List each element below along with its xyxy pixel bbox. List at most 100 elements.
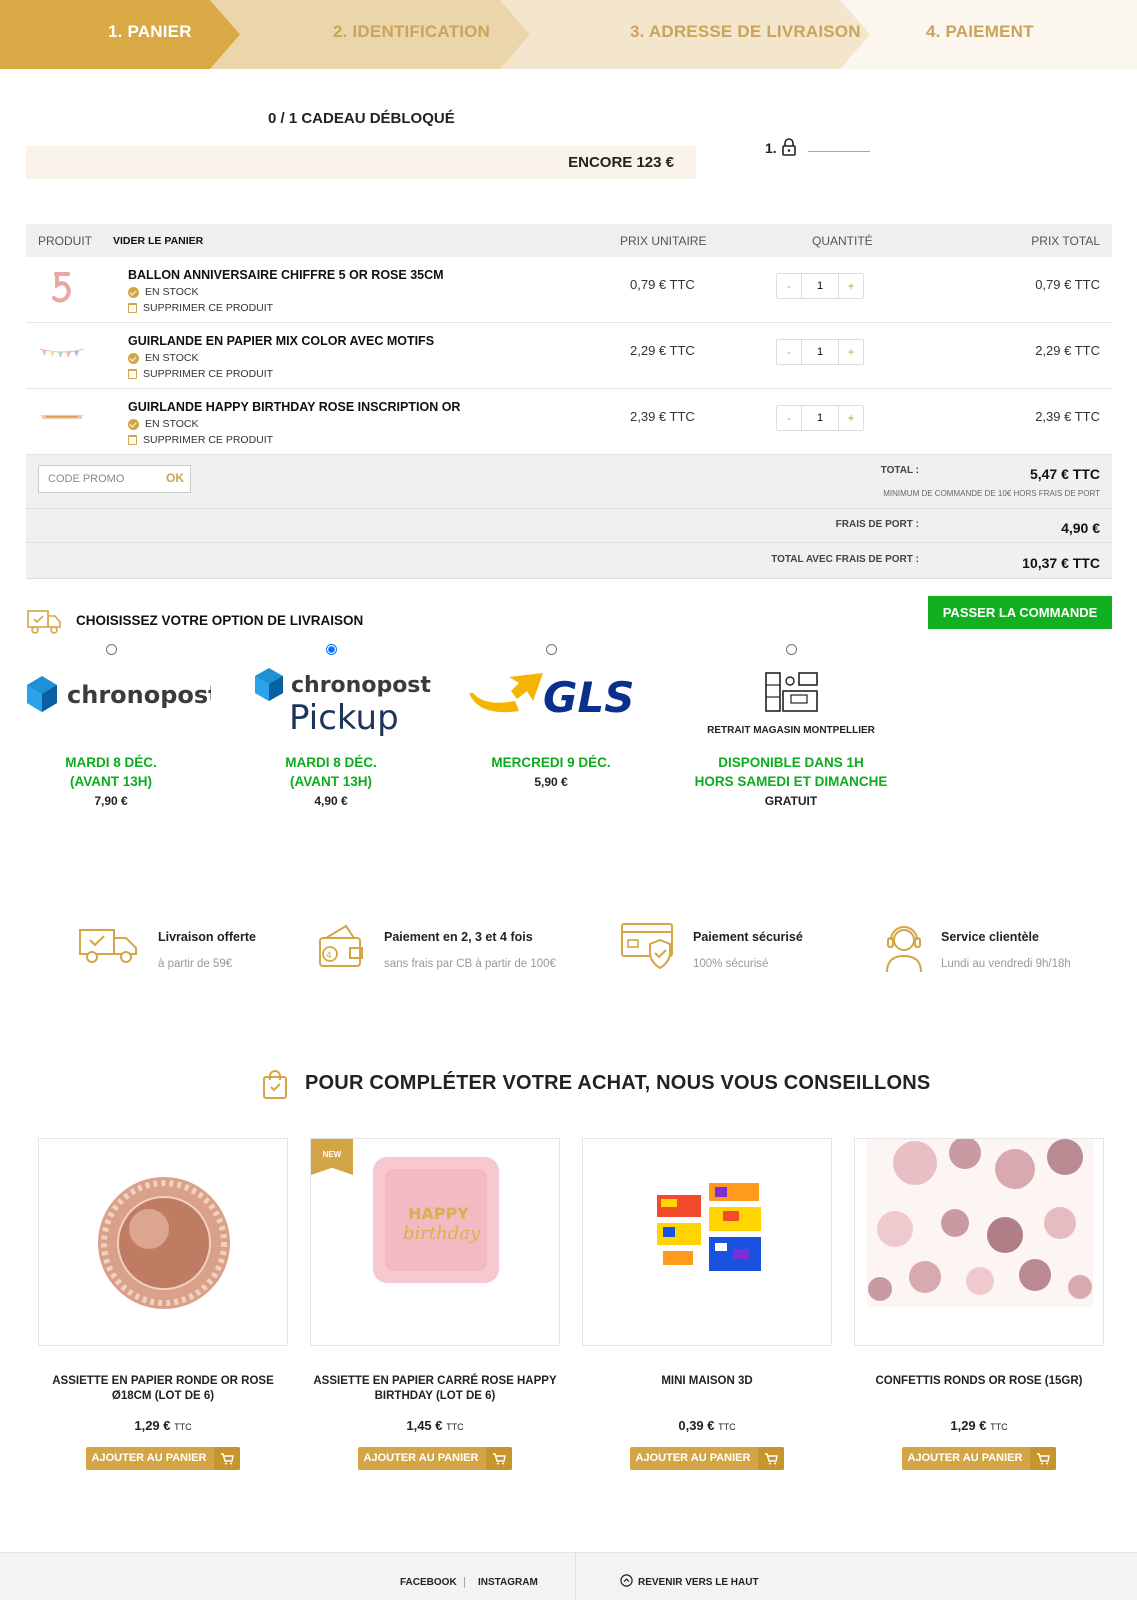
quantity-input[interactable] [801,340,839,364]
empty-cart-link[interactable]: VIDER LE PANIER [113,235,203,247]
step-shipping-address[interactable]: 3. ADRESSE DE LIVRAISON [630,22,861,42]
carrier-option-chronopost-pickup[interactable]: chronopost Pickup MARDI 8 DÉC. (AVANT 13… [231,644,431,808]
carrier-option-store-pickup[interactable]: RETRAIT MAGASIN MONTPELLIER DISPONIBLE D… [691,644,891,808]
remove-label: SUPPRIMER CE PRODUIT [143,434,274,446]
shopping-bag-icon [263,1070,287,1099]
remove-product-link[interactable]: SUPPRIMER CE PRODUIT [128,368,273,380]
facebook-link[interactable]: FACEBOOK [400,1577,457,1588]
step-identification[interactable]: 2. IDENTIFICATION [333,22,490,42]
footer-divider [575,1553,576,1600]
product-image-confetti[interactable] [854,1138,1104,1346]
add-to-cart-button[interactable]: AJOUTER AU PANIER [358,1447,512,1470]
carrier-option-chronopost[interactable]: chronopost MARDI 8 DÉC. (AVANT 13H) 7,90… [11,644,220,808]
cart-table: PRODUIT VIDER LE PANIER PRIX UNITAIRE QU… [26,224,1112,579]
carrier-price: 7,90 € [94,794,128,808]
quantity-input[interactable] [801,406,839,430]
carrier-price: GRATUIT [764,794,818,808]
decrease-quantity-button[interactable]: - [777,274,801,298]
grand-total-value: 10,37 € TTC [1022,555,1100,571]
product-card: ASSIETTE EN PAPIER RONDE OR ROSE Ø18CM (… [38,1138,288,1470]
quantity-stepper: - + [776,339,864,365]
increase-quantity-button[interactable]: + [839,274,863,298]
decrease-quantity-button[interactable]: - [777,340,801,364]
store-pickup-logo: RETRAIT MAGASIN MONTPELLIER [691,655,891,747]
product-image-mini-house[interactable] [582,1138,832,1346]
product-image-plate-square[interactable]: HAPPY birthday NEW [310,1138,560,1346]
remove-product-link[interactable]: SUPPRIMER CE PRODUIT [128,434,273,446]
product-price: 1,29 € TTC [38,1418,288,1433]
cart-row: BALLON ANNIVERSAIRE CHIFFRE 5 OR ROSE 35… [26,257,1112,323]
shipping-cost-row: FRAIS DE PORT : 4,90 € [26,509,1112,543]
quantity-input[interactable] [801,274,839,298]
line-total: 2,39 € TTC [1035,409,1100,424]
feature-subtitle: à partir de 59€ [158,958,233,970]
gift-level-number: 1. [765,140,777,156]
header-quantity: QUANTITÉ [812,234,873,248]
carrier-date-line1: DISPONIBLE DANS 1H [718,755,864,770]
product-name[interactable]: MINI MAISON 3D [582,1374,832,1408]
carrier-option-gls[interactable]: GLS MERCREDI 9 DÉC. 5,90 € [451,644,651,789]
cart-icon [214,1447,240,1470]
product-name[interactable]: ASSIETTE EN PAPIER CARRÉ ROSE HAPPY BIRT… [310,1374,560,1408]
stock-label: EN STOCK [145,418,199,430]
cart-row: GUIRLANDE EN PAPIER MIX COLOR AVEC MOTIF… [26,323,1112,389]
carrier-radio[interactable] [545,644,557,655]
delivery-options-title: CHOISISSEZ VOTRE OPTION DE LIVRAISON [76,613,364,628]
chronopost-logo-text: chronopost [67,681,211,709]
cart-icon [1030,1447,1056,1470]
promo-code-ok-button[interactable]: OK [166,471,184,485]
header-total-price: PRIX TOTAL [1031,234,1100,248]
grand-total-row: TOTAL AVEC FRAIS DE PORT : 10,37 € TTC [26,543,1112,579]
check-icon [128,286,139,298]
add-to-cart-button[interactable]: AJOUTER AU PANIER [86,1447,240,1470]
step-payment[interactable]: 4. PAIEMENT [926,22,1034,42]
svg-text:HAPPY: HAPPY [408,1204,469,1223]
product-card: CONFETTIS RONDS OR ROSE (15GR) 1,29 € TT… [854,1138,1104,1470]
minimum-order-note: MINIMUM DE COMMANDE DE 10€ HORS FRAIS DE… [883,489,1100,498]
cart-row: GUIRLANDE HAPPY BIRTHDAY ROSE INSCRIPTIO… [26,389,1112,455]
place-order-button[interactable]: PASSER LA COMMANDE [928,596,1112,629]
delivery-truck-icon [27,610,61,634]
step-cart[interactable]: 1. PANIER [108,22,192,42]
product-price: 0,39 € TTC [582,1418,832,1433]
carrier-date-line2: HORS SAMEDI ET DIMANCHE [694,774,888,789]
feature-subtitle: Lundi au vendredi 9h/18h [941,958,1071,970]
carrier-delivery-date: MERCREDI 9 DÉC. [451,753,651,772]
product-name[interactable]: ASSIETTE EN PAPIER RONDE OR ROSE Ø18CM (… [38,1374,288,1408]
add-to-cart-button[interactable]: AJOUTER AU PANIER [630,1447,784,1470]
shipping-label: FRAIS DE PORT : [835,519,919,530]
carrier-date-line2: (AVANT 13H) [69,774,152,789]
gls-logo-text: GLS [543,673,635,722]
chevron-up-circle-icon[interactable] [620,1574,633,1587]
add-to-cart-button[interactable]: AJOUTER AU PANIER [902,1447,1056,1470]
gift-remaining-amount: ENCORE 123 € [568,154,674,171]
unit-price: 0,79 € TTC [630,277,695,292]
gift-progress-title: 0 / 1 CADEAU DÉBLOQUÉ [268,110,455,127]
carrier-radio[interactable] [785,644,797,655]
trash-icon [128,435,137,445]
stock-status: EN STOCK [128,286,198,298]
product-name[interactable]: CONFETTIS RONDS OR ROSE (15GR) [854,1374,1104,1408]
product-card: MINI MAISON 3D 0,39 € TTC AJOUTER AU PAN… [582,1138,832,1470]
remove-product-link[interactable]: SUPPRIMER CE PRODUIT [128,302,273,314]
back-to-top-link[interactable]: REVENIR VERS LE HAUT [638,1577,759,1588]
feature-title: Service clientèle [941,930,1039,944]
product-name[interactable]: BALLON ANNIVERSAIRE CHIFFRE 5 OR ROSE 35… [128,268,444,282]
unit-price: 2,29 € TTC [630,343,695,358]
promo-code-input[interactable] [39,466,149,492]
carrier-radio[interactable] [325,644,337,655]
svg-text:4: 4 [326,951,332,961]
cart-table-header: PRODUIT VIDER LE PANIER PRIX UNITAIRE QU… [26,224,1112,257]
decrease-quantity-button[interactable]: - [777,406,801,430]
truck-icon [79,929,137,963]
increase-quantity-button[interactable]: + [839,406,863,430]
unit-price: 2,39 € TTC [630,409,695,424]
carrier-radio[interactable] [105,644,117,655]
secure-card-icon [621,923,673,970]
product-name[interactable]: GUIRLANDE EN PAPIER MIX COLOR AVEC MOTIF… [128,334,434,348]
product-image-plate-round[interactable] [38,1138,288,1346]
increase-quantity-button[interactable]: + [839,340,863,364]
instagram-link[interactable]: INSTAGRAM [478,1577,538,1588]
price-value: 1,29 € [134,1418,171,1433]
product-name[interactable]: GUIRLANDE HAPPY BIRTHDAY ROSE INSCRIPTIO… [128,400,460,414]
